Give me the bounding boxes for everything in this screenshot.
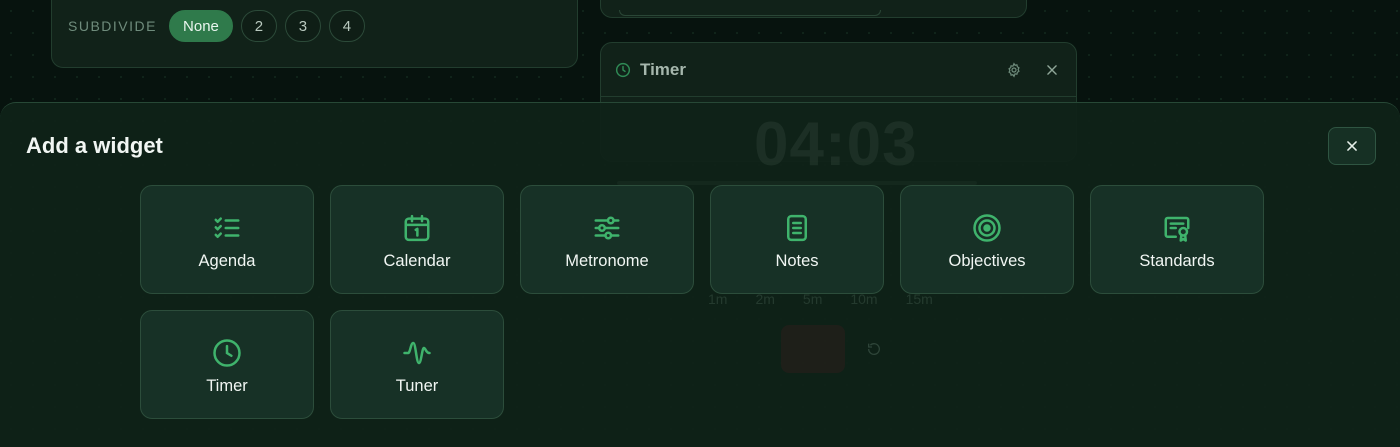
widget-tuner-button[interactable]: Tuner xyxy=(330,310,504,419)
waveform-icon xyxy=(402,338,432,368)
subdivide-4-button[interactable]: 4 xyxy=(328,10,365,42)
gear-icon[interactable] xyxy=(1004,60,1024,80)
widget-label: Notes xyxy=(775,251,819,270)
widget-label: Calendar xyxy=(383,251,451,270)
sliders-icon xyxy=(592,213,622,243)
subdivide-none-button[interactable]: None xyxy=(168,10,233,42)
widget-objectives-button[interactable]: Objectives xyxy=(900,185,1074,294)
subdivide-label: SUBDIVIDE xyxy=(68,18,157,34)
widget-calendar-button[interactable]: Calendar xyxy=(330,185,504,294)
document-icon xyxy=(782,213,812,243)
close-modal-button[interactable] xyxy=(1328,127,1376,165)
subdivide-row: SUBDIVIDE None 2 3 4 xyxy=(68,10,365,42)
clock-icon xyxy=(615,62,631,78)
widget-notes-button[interactable]: Notes xyxy=(710,185,884,294)
widget-label: Objectives xyxy=(948,251,1026,270)
certificate-icon xyxy=(1162,213,1192,243)
timer-card-title: Timer xyxy=(640,59,686,79)
widget-timer-button[interactable]: Timer xyxy=(140,310,314,419)
widget-grid: Agenda Calendar Metronome Notes Objectiv… xyxy=(140,185,1264,419)
widget-label: Tuner xyxy=(395,376,439,395)
widget-standards-button[interactable]: Standards xyxy=(1090,185,1264,294)
subdivide-3-button[interactable]: 3 xyxy=(284,10,321,42)
target-icon xyxy=(972,213,1002,243)
background-card xyxy=(600,0,1027,18)
widget-label: Standards xyxy=(1139,251,1215,270)
timer-display: 04:03 xyxy=(754,110,918,179)
close-icon xyxy=(1345,139,1359,153)
checklist-icon xyxy=(212,213,242,243)
timer-card-header: Timer xyxy=(601,43,1076,97)
widget-metronome-button[interactable]: Metronome xyxy=(520,185,694,294)
widget-label: Metronome xyxy=(565,251,649,270)
calendar-icon xyxy=(402,213,432,243)
clock-icon xyxy=(212,338,242,368)
background-input xyxy=(619,10,881,16)
widget-agenda-button[interactable]: Agenda xyxy=(140,185,314,294)
add-widget-modal: 04:03 1m 2m 5m 10m 15m Add a widget Agen… xyxy=(0,102,1400,447)
widget-label: Timer xyxy=(206,376,248,395)
modal-title: Add a widget xyxy=(26,133,163,158)
widget-label: Agenda xyxy=(198,251,256,270)
close-icon[interactable] xyxy=(1042,60,1062,80)
metronome-card: SUBDIVIDE None 2 3 4 xyxy=(51,0,578,68)
subdivide-2-button[interactable]: 2 xyxy=(240,10,277,42)
